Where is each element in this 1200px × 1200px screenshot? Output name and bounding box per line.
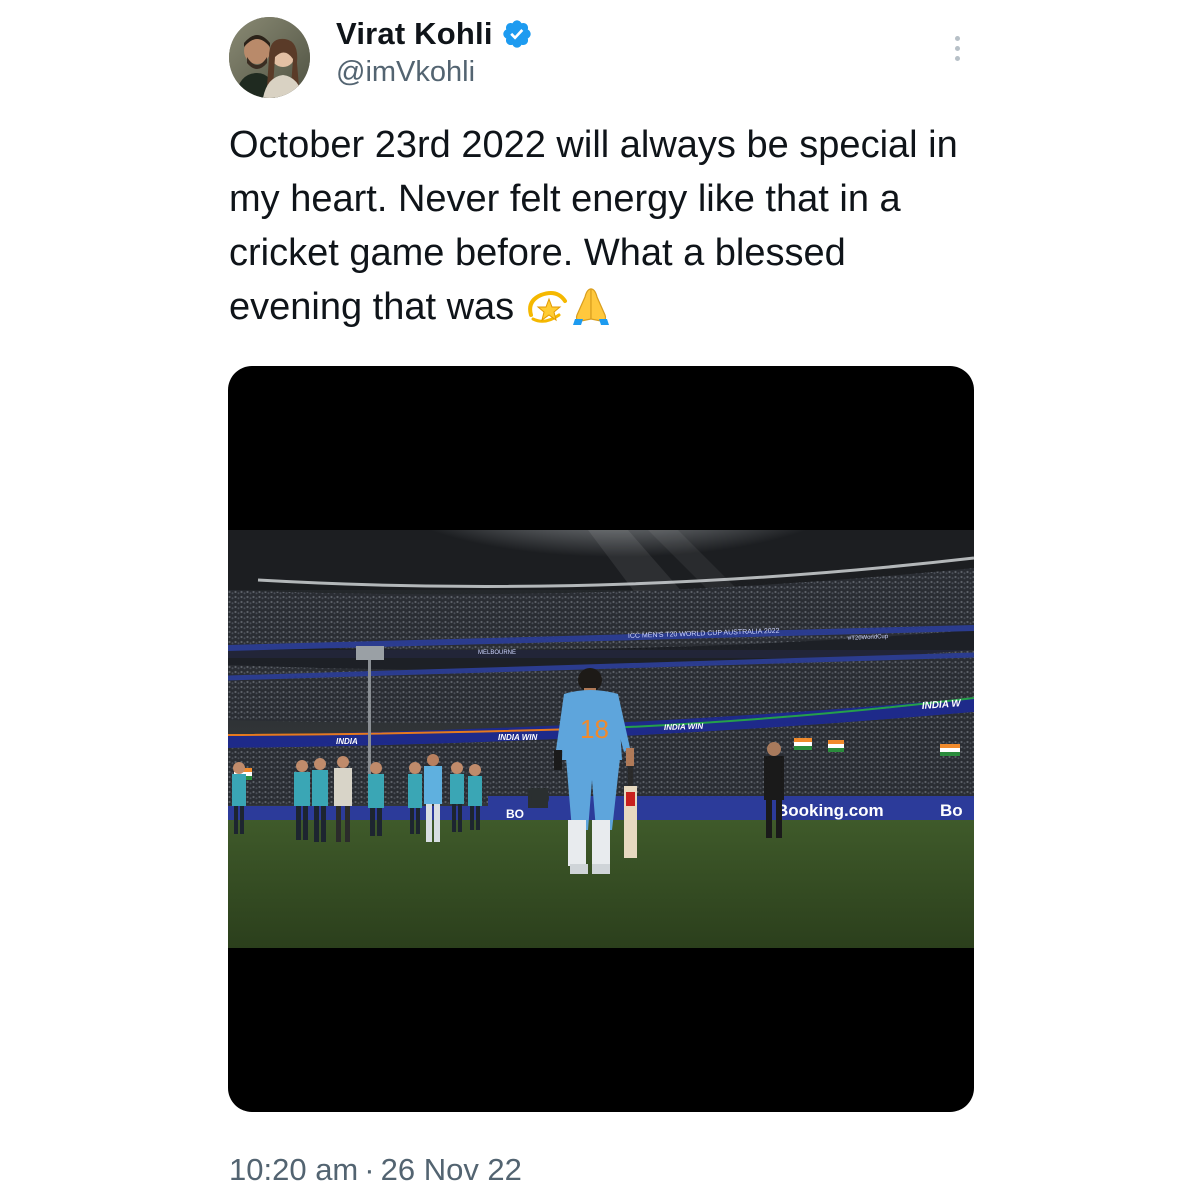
folded-hands-emoji xyxy=(569,285,613,340)
tweet-time: 10:20 am xyxy=(229,1152,359,1187)
display-name[interactable]: Virat Kohli xyxy=(336,16,493,52)
more-dot xyxy=(954,55,960,61)
more-dot xyxy=(954,45,960,51)
tweet-text: October 23rd 2022 will always be special… xyxy=(229,118,989,340)
avatar[interactable] xyxy=(229,17,310,98)
more-dot xyxy=(954,35,960,41)
tweet-media[interactable]: ICC MEN'S T20 WORLD CUP AUSTRALIA 2022 M… xyxy=(228,366,974,1112)
tweet-date: 26 Nov 22 xyxy=(380,1152,522,1187)
tweet-card: Virat Kohli @imVkohli October 23rd 2022 … xyxy=(0,0,1200,1200)
author-handle[interactable]: @imVkohli xyxy=(336,56,475,89)
booking-left-sign: BO xyxy=(506,807,524,821)
melbourne-sign: MELBOURNE xyxy=(478,650,516,656)
author-row: Virat Kohli xyxy=(336,14,533,54)
more-options-icon[interactable] xyxy=(942,30,972,66)
india-left-sign: INDIA xyxy=(336,737,358,746)
booking-sign: Booking.com xyxy=(776,801,884,820)
verified-badge-icon xyxy=(501,18,533,50)
player-background xyxy=(528,788,549,808)
dizzy-star-emoji xyxy=(525,285,569,340)
stadium-photo: ICC MEN'S T20 WORLD CUP AUSTRALIA 2022 M… xyxy=(228,530,974,948)
jersey-number: 18 xyxy=(580,714,609,744)
tweet-timestamp[interactable]: 10:20 am · 26 Nov 22 xyxy=(229,1152,522,1188)
separator: · xyxy=(364,1152,375,1187)
india-win-sign-2: INDIA WIN xyxy=(664,722,704,732)
booking-partial-sign: Bo xyxy=(940,801,963,820)
